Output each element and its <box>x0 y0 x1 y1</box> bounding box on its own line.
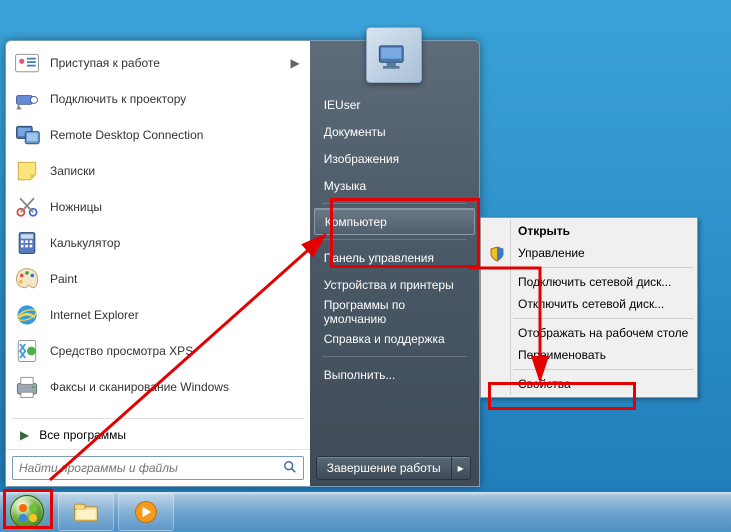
program-rdc[interactable]: Remote Desktop Connection <box>8 117 308 153</box>
start-menu-left-pane: Приступая к работе▶Подключить к проектор… <box>6 41 310 486</box>
program-getting-started[interactable]: Приступая к работе▶ <box>8 45 308 81</box>
context-item-0[interactable]: Открыть <box>483 220 695 242</box>
program-label: Ножницы <box>50 200 304 214</box>
sticky-icon <box>12 156 42 186</box>
program-ie[interactable]: Internet Explorer <box>8 297 308 333</box>
right-item-5[interactable]: Панель управления <box>314 244 475 271</box>
taskbar-explorer[interactable] <box>58 493 114 531</box>
context-menu: Открыть Управление Подключить сетевой диск… <box>480 217 698 398</box>
start-button[interactable] <box>0 492 54 532</box>
program-label: Paint <box>50 272 304 286</box>
shutdown-button[interactable]: Завершение работы ▸ <box>316 456 471 480</box>
search-box[interactable] <box>12 456 304 480</box>
paint-icon <box>12 264 42 294</box>
right-item-6[interactable]: Устройства и принтеры <box>314 271 475 298</box>
context-item-label: Отключить сетевой диск... <box>518 297 664 311</box>
shutdown-options-arrow[interactable]: ▸ <box>452 457 470 479</box>
context-item-label: Отображать на рабочем столе <box>518 326 688 340</box>
search-input[interactable] <box>19 461 283 475</box>
context-item-3[interactable]: Отключить сетевой диск... <box>483 293 695 315</box>
program-label: Remote Desktop Connection <box>50 128 304 142</box>
right-item-7[interactable]: Программы по умолчанию <box>314 298 475 325</box>
windows-orb-icon <box>10 495 44 529</box>
right-item-3[interactable]: Музыка <box>314 172 475 199</box>
calc-icon <box>12 228 42 258</box>
triangle-icon: ▶ <box>20 428 29 442</box>
program-label: Факсы и сканирование Windows <box>50 380 304 394</box>
rdc-icon <box>12 120 42 150</box>
context-item-5[interactable]: Переименовать <box>483 344 695 366</box>
program-label: Записки <box>50 164 304 178</box>
program-snip[interactable]: Ножницы <box>8 189 308 225</box>
context-item-2[interactable]: Подключить сетевой диск... <box>483 271 695 293</box>
all-programs-label: Все программы <box>39 428 126 442</box>
program-calc[interactable]: Калькулятор <box>8 225 308 261</box>
taskbar <box>0 491 731 531</box>
context-item-4[interactable]: Отображать на рабочем столе <box>483 322 695 344</box>
right-item-0[interactable]: IEUser <box>314 91 475 118</box>
program-list: Приступая к работе▶ Подключить к проектор… <box>6 41 310 416</box>
program-label: Средство просмотра XPS <box>50 344 304 358</box>
context-item-label: Свойства <box>518 377 571 391</box>
all-programs[interactable]: ▶ Все программы <box>6 421 310 449</box>
program-label: Подключить к проектору <box>50 92 304 106</box>
right-item-2[interactable]: Изображения <box>314 145 475 172</box>
context-item-label: Открыть <box>518 224 570 238</box>
search-row <box>6 449 310 486</box>
fax-icon <box>12 372 42 402</box>
context-item-label: Подключить сетевой диск... <box>518 275 671 289</box>
program-fax[interactable]: Факсы и сканирование Windows <box>8 369 308 405</box>
context-item-label: Переименовать <box>518 348 606 362</box>
start-menu: Приступая к работе▶Подключить к проектор… <box>5 40 480 487</box>
program-projector[interactable]: Подключить к проектору <box>8 81 308 117</box>
shield-icon <box>488 245 506 263</box>
right-item-9[interactable]: Выполнить... <box>314 361 475 388</box>
projector-icon <box>12 84 42 114</box>
snip-icon <box>12 192 42 222</box>
program-label: Internet Explorer <box>50 308 304 322</box>
taskbar-media-player[interactable] <box>118 493 174 531</box>
ie-icon <box>12 300 42 330</box>
start-menu-right-pane: IEUserДокументыИзображенияМузыка Компьюте… <box>310 41 479 486</box>
context-item-6[interactable]: Свойства <box>483 373 695 395</box>
program-sticky[interactable]: Записки <box>8 153 308 189</box>
user-avatar[interactable] <box>366 27 422 83</box>
program-label: Калькулятор <box>50 236 304 250</box>
submenu-arrow-icon: ▶ <box>290 56 299 70</box>
xps-icon <box>12 336 42 366</box>
program-paint[interactable]: Paint <box>8 261 308 297</box>
context-item-label: Управление <box>518 246 585 260</box>
context-item-1[interactable]: Управление <box>483 242 695 264</box>
shutdown-label: Завершение работы <box>327 461 441 475</box>
program-label: Приступая к работе <box>50 56 290 70</box>
right-item-1[interactable]: Документы <box>314 118 475 145</box>
search-icon <box>283 460 297 477</box>
right-items: IEUserДокументыИзображенияМузыка Компьюте… <box>310 83 479 450</box>
program-xps[interactable]: Средство просмотра XPS <box>8 333 308 369</box>
right-item-8[interactable]: Справка и поддержка <box>314 325 475 352</box>
getting-started-icon <box>12 48 42 78</box>
right-item-4[interactable]: Компьютер <box>314 208 475 235</box>
